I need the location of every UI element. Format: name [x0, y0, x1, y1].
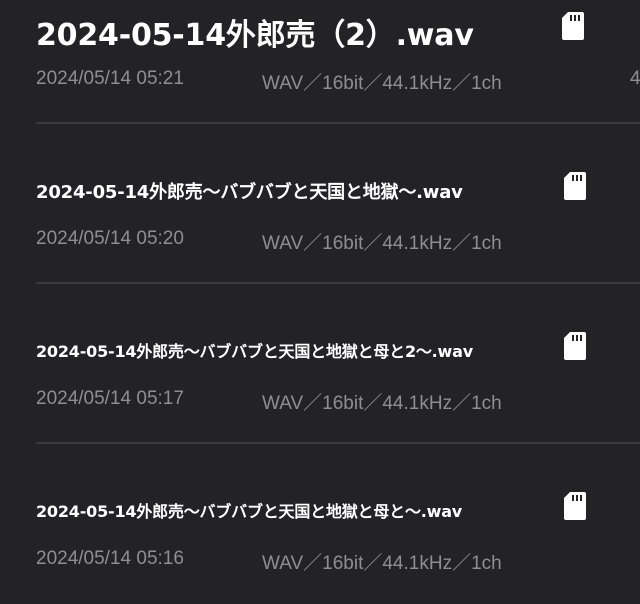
recording-title: 2024-05-14外郎売〜バブバブと天国と地獄と母と〜.wav	[36, 502, 463, 521]
recording-item[interactable]: 2024-05-14外郎売〜バブバブと天国と地獄と母と2〜.wav 2024/0…	[0, 284, 640, 444]
recording-title: 2024-05-14外郎売〜バブバブと天国と地獄〜.wav	[36, 182, 463, 203]
recording-item[interactable]: 2024-05-14外郎売〜バブバブと天国と地獄と母と〜.wav 2024/05…	[0, 444, 640, 604]
recording-date: 2024/05/14 05:21	[36, 68, 184, 89]
recording-date: 2024/05/14 05:20	[36, 228, 184, 249]
recording-list: 2024-05-14外郎売（2）.wav 2024/05/14 05:21 WA…	[0, 0, 640, 602]
recording-format: WAV／16bit／44.1kHz／1ch	[262, 553, 502, 574]
sd-card-icon	[564, 332, 586, 360]
recording-date: 2024/05/14 05:16	[36, 548, 184, 569]
sd-card-icon	[562, 12, 584, 40]
recording-format: WAV／16bit／44.1kHz／1ch	[262, 393, 502, 414]
recording-extra: 4	[630, 68, 640, 89]
sd-card-icon	[564, 172, 586, 200]
recording-format: WAV／16bit／44.1kHz／1ch	[262, 73, 502, 94]
recording-item[interactable]: 2024-05-14外郎売〜バブバブと天国と地獄〜.wav 2024/05/14…	[0, 124, 640, 284]
recording-title: 2024-05-14外郎売（2）.wav	[36, 18, 474, 53]
recording-title: 2024-05-14外郎売〜バブバブと天国と地獄と母と2〜.wav	[36, 342, 473, 361]
sd-card-icon	[564, 492, 586, 520]
recording-format: WAV／16bit／44.1kHz／1ch	[262, 233, 502, 254]
recording-date: 2024/05/14 05:17	[36, 388, 184, 409]
